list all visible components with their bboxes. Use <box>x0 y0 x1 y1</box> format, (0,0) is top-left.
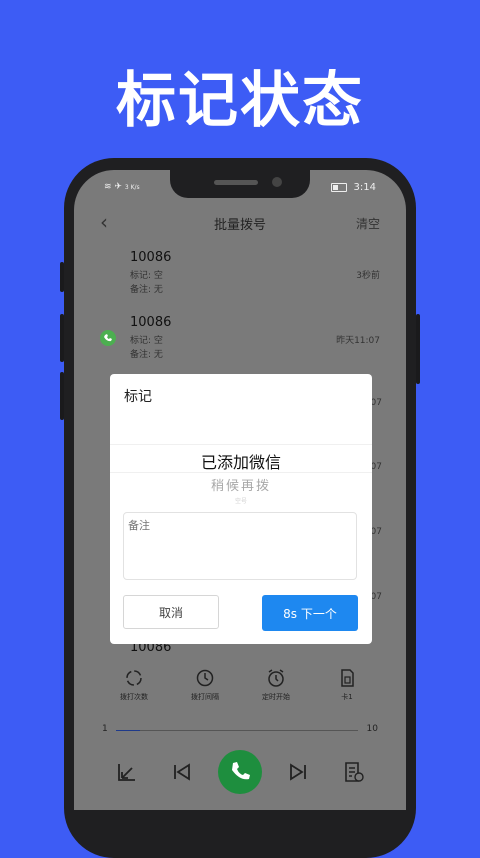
phone-side-button <box>60 262 64 292</box>
loop-icon <box>124 668 144 688</box>
battery-icon <box>331 182 348 192</box>
airplane-icon: ✈ <box>114 182 122 192</box>
next-icon[interactable] <box>286 760 310 784</box>
status-signal: ≋ ✈ 3 K/s <box>104 182 140 192</box>
mark-dialog: 标记 已添加微信 稍候再拨 空号 取消 8s 下一个 <box>110 374 372 644</box>
call-time: 昨天11:07 <box>336 336 380 346</box>
slider-min: 1 <box>102 724 108 734</box>
phone-side-button <box>60 372 64 420</box>
previous-icon[interactable] <box>170 760 194 784</box>
net-speed: 3 K/s <box>124 184 140 191</box>
tool-scheduled-start[interactable]: 定时开始 <box>246 668 306 702</box>
tool-label: 拨打间隔 <box>191 693 219 701</box>
cancel-button[interactable]: 取消 <box>123 595 219 629</box>
settings-toolbar: 拨打次数 拨打间隔 定时开始 卡1 <box>74 668 406 728</box>
clear-button[interactable]: 清空 <box>356 215 380 232</box>
speaker <box>214 180 258 185</box>
phone-notch <box>170 170 310 198</box>
status-time: 3:14 <box>353 182 376 193</box>
call-count-slider[interactable]: 1 10 <box>102 724 378 738</box>
next-button[interactable]: 8s 下一个 <box>262 595 358 631</box>
tool-sim-card[interactable]: 卡1 <box>317 668 377 702</box>
call-number: 10086 <box>130 250 172 265</box>
sim-card-icon <box>337 668 357 688</box>
mark-option[interactable]: 稍候再拨 <box>110 475 372 494</box>
slider-max: 10 <box>366 724 378 734</box>
slider-track[interactable] <box>116 730 358 731</box>
divider <box>110 472 372 473</box>
slider-fill <box>116 730 140 731</box>
tool-label: 卡1 <box>341 693 353 701</box>
call-button[interactable] <box>218 750 262 794</box>
list-item[interactable]: 10086 标记: 空 备注: 无 昨天11:07 <box>130 315 380 362</box>
call-number: 10086 <box>130 315 172 330</box>
call-note: 备注: 无 <box>130 285 163 295</box>
call-time-partial: 07 <box>370 398 382 408</box>
call-mark: 标记: 空 <box>130 271 163 281</box>
wifi-icon: ≋ <box>104 182 112 192</box>
tool-call-count[interactable]: 拨打次数 <box>104 668 164 702</box>
camera <box>272 177 282 187</box>
alarm-icon <box>266 668 286 688</box>
note-input[interactable] <box>123 512 357 580</box>
mark-option[interactable]: 空号 <box>110 496 372 505</box>
divider <box>110 444 372 445</box>
list-item[interactable]: 10086 标记: 空 备注: 无 3秒前 <box>130 250 380 297</box>
call-time-partial: 07 <box>370 527 382 537</box>
status-right: 3:14 <box>331 182 376 193</box>
phone-icon <box>232 762 250 780</box>
phone-side-button <box>416 314 420 384</box>
call-time: 3秒前 <box>356 271 380 281</box>
headline: 标记状态 <box>116 66 364 136</box>
tool-call-interval[interactable]: 拨打间隔 <box>175 668 235 702</box>
call-time-partial: 07 <box>370 592 382 602</box>
mark-option-selected[interactable]: 已添加微信 <box>110 449 372 473</box>
collapse-icon[interactable] <box>116 760 140 784</box>
call-log-icon[interactable] <box>342 760 366 784</box>
tool-label: 定时开始 <box>262 693 290 701</box>
call-note: 备注: 无 <box>130 350 163 360</box>
tool-label: 拨打次数 <box>120 693 148 701</box>
call-time-partial: 07 <box>370 462 382 472</box>
dialog-title: 标记 <box>124 389 152 405</box>
phone-side-button <box>60 314 64 362</box>
wechat-icon <box>100 330 116 346</box>
clock-icon <box>195 668 215 688</box>
